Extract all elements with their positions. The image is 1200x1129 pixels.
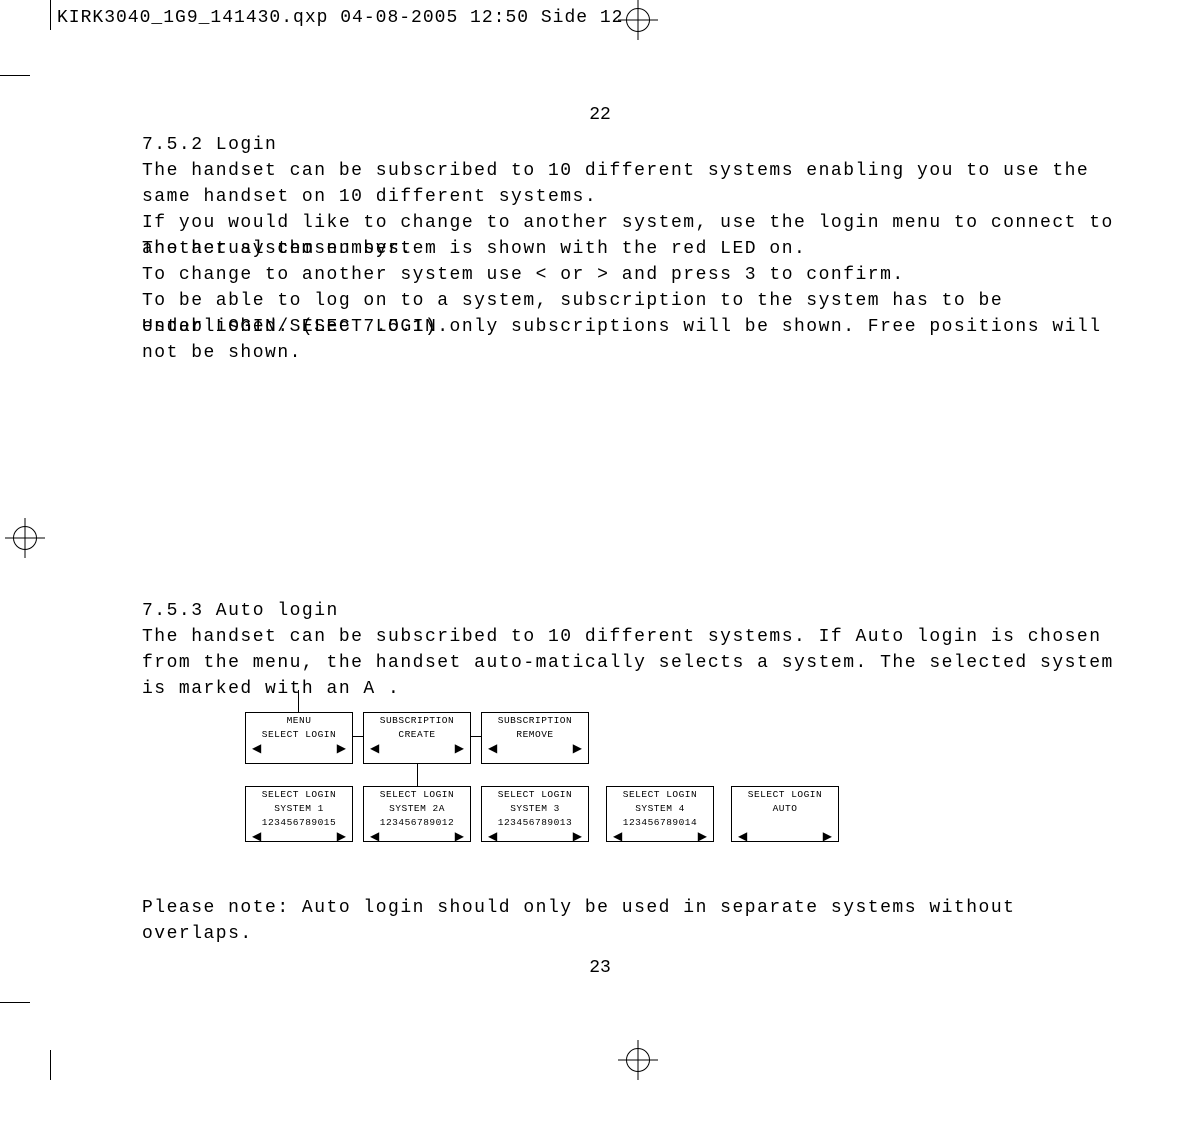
arrow-right-icon: ▶ [337, 829, 346, 844]
crop-mark [0, 75, 30, 76]
arrow-right-icon: ▶ [698, 829, 707, 844]
screen-select-login-system-2a: SELECT LOGIN SYSTEM 2A 123456789012 ◀ ▶ [363, 786, 471, 842]
screen-line [732, 815, 838, 829]
screen-line: 123456789013 [482, 815, 588, 829]
screen-line: AUTO [732, 801, 838, 815]
arrow-left-icon: ◀ [738, 829, 747, 844]
page-number: 23 [0, 958, 1200, 978]
arrow-left-icon: ◀ [370, 741, 379, 756]
crop-mark [0, 1002, 30, 1003]
screen-line: SYSTEM 4 [607, 801, 713, 815]
page-number: 22 [0, 105, 1200, 125]
screen-line: SELECT LOGIN [482, 787, 588, 801]
connector-line [471, 736, 481, 737]
arrow-left-icon: ◀ [488, 741, 497, 756]
body-paragraph: To change to another system use < or > a… [142, 262, 1127, 288]
screen-select-login-system-4: SELECT LOGIN SYSTEM 4 123456789014 ◀ ▶ [606, 786, 714, 842]
arrow-left-icon: ◀ [613, 829, 622, 844]
connector-line [298, 690, 299, 712]
body-paragraph: Under LOGIN/SELECT LOGIN only subscripti… [142, 314, 1127, 366]
file-header: KIRK3040_1G9_141430.qxp 04-08-2005 12:50… [57, 8, 623, 28]
screen-subscription-remove: SUBSCRIPTION REMOVE ◀ ▶ [481, 712, 589, 764]
body-paragraph: The actual chosen system is shown with t… [142, 236, 1127, 262]
arrow-left-icon: ◀ [488, 829, 497, 844]
registration-mark-icon [5, 518, 45, 558]
screen-line: SYSTEM 3 [482, 801, 588, 815]
screen-line: SELECT LOGIN [246, 787, 352, 801]
body-paragraph: The handset can be subscribed to 10 diff… [142, 624, 1127, 702]
screen-line: SELECT LOGIN [607, 787, 713, 801]
screen-line: SELECT LOGIN [364, 787, 470, 801]
arrow-left-icon: ◀ [370, 829, 379, 844]
arrow-right-icon: ▶ [573, 741, 582, 756]
screen-subscription-create: SUBSCRIPTION CREATE ◀ ▶ [363, 712, 471, 764]
screen-line: SUBSCRIPTION [482, 713, 588, 727]
arrow-right-icon: ▶ [455, 829, 464, 844]
arrow-right-icon: ▶ [573, 829, 582, 844]
screen-select-login-system-1: SELECT LOGIN SYSTEM 1 123456789015 ◀ ▶ [245, 786, 353, 842]
arrow-left-icon: ◀ [252, 829, 261, 844]
screen-select-login-auto: SELECT LOGIN AUTO ◀ ▶ [731, 786, 839, 842]
section-heading: 7.5.2 Login [142, 132, 1127, 158]
arrow-right-icon: ▶ [823, 829, 832, 844]
arrow-left-icon: ◀ [252, 741, 261, 756]
screen-line: 123456789015 [246, 815, 352, 829]
arrow-right-icon: ▶ [337, 741, 346, 756]
screen-line: 123456789012 [364, 815, 470, 829]
screen-line: REMOVE [482, 727, 588, 741]
arrow-right-icon: ▶ [455, 741, 464, 756]
screen-line: 123456789014 [607, 815, 713, 829]
screen-select-login-system-3: SELECT LOGIN SYSTEM 3 123456789013 ◀ ▶ [481, 786, 589, 842]
screen-line: SUBSCRIPTION [364, 713, 470, 727]
screen-line: MENU [246, 713, 352, 727]
crop-mark [50, 1050, 51, 1080]
screen-line: SYSTEM 2A [364, 801, 470, 815]
connector-line [353, 736, 363, 737]
screen-line: SYSTEM 1 [246, 801, 352, 815]
registration-mark-icon [618, 0, 658, 40]
note-text: Please note: Auto login should only be u… [142, 895, 1127, 947]
screen-line: SELECT LOGIN [246, 727, 352, 741]
registration-mark-icon [618, 1040, 658, 1080]
screen-line: CREATE [364, 727, 470, 741]
screen-menu-select-login: MENU SELECT LOGIN ◀ ▶ [245, 712, 353, 764]
crop-mark [50, 0, 51, 30]
body-paragraph: The handset can be subscribed to 10 diff… [142, 158, 1127, 210]
connector-line [417, 764, 418, 786]
section-heading: 7.5.3 Auto login [142, 598, 1127, 624]
screen-line: SELECT LOGIN [732, 787, 838, 801]
